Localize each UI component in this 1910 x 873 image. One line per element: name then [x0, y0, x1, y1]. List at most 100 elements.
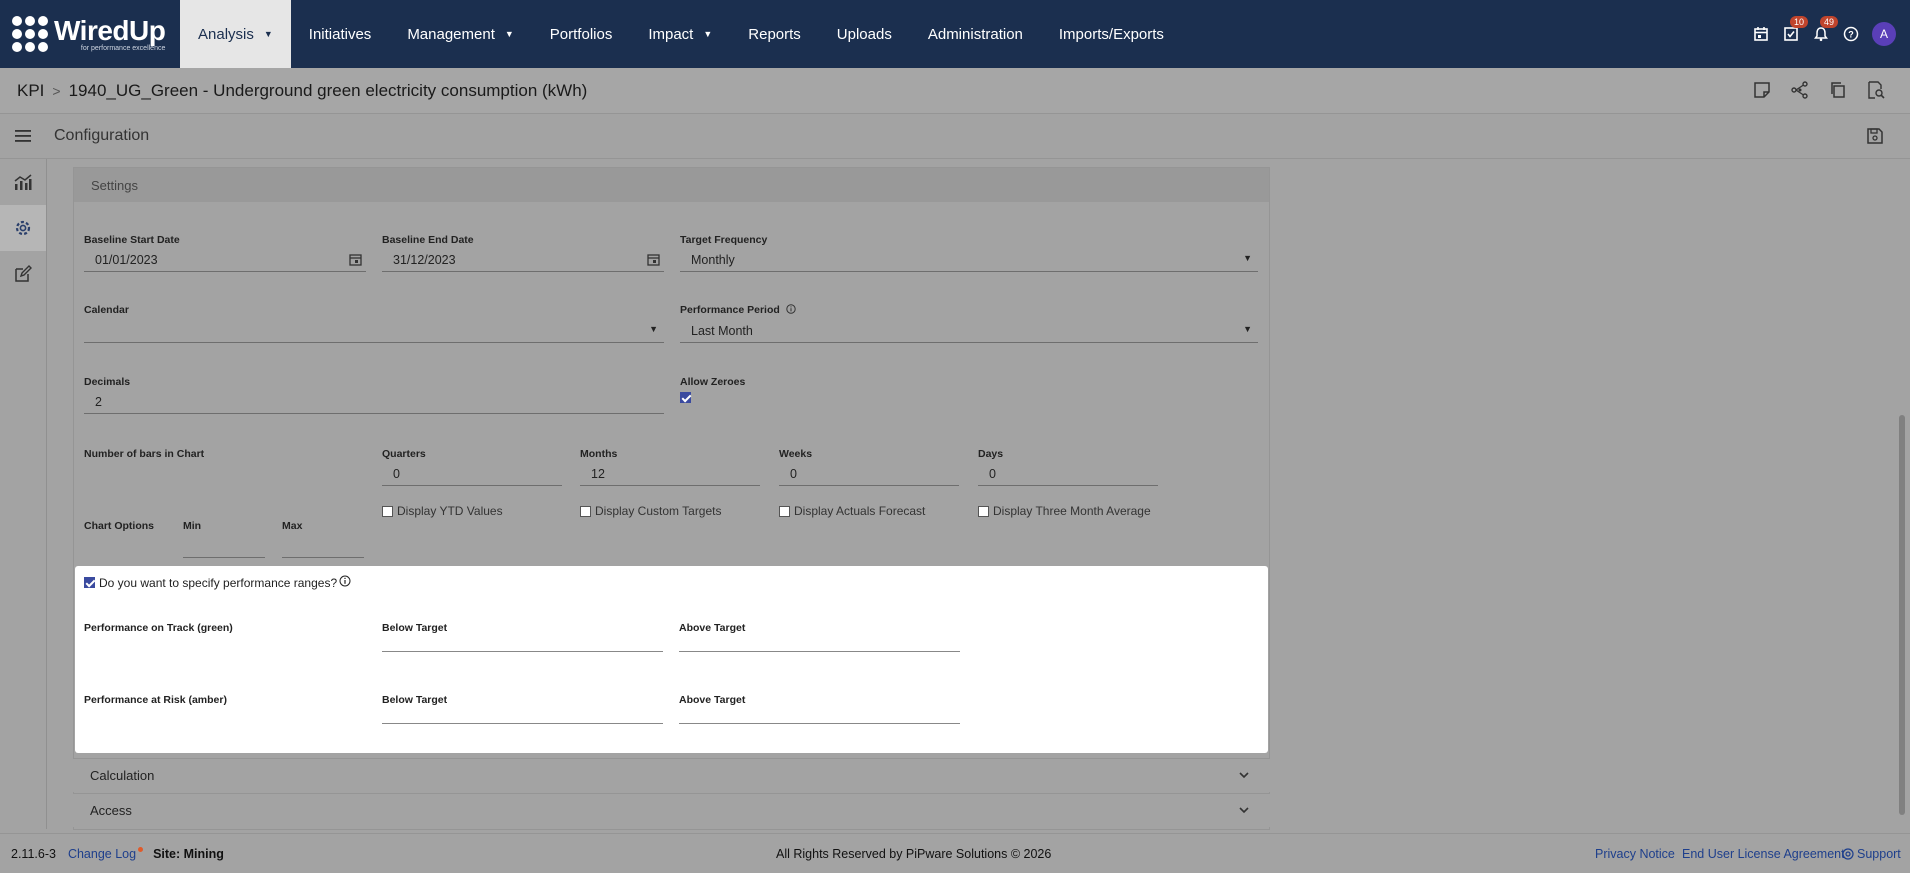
tasks-icon[interactable]: 10 [1782, 16, 1808, 43]
bell-icon[interactable]: 49 [1812, 16, 1838, 43]
performance-period-select[interactable]: Last Month ▼ [680, 319, 1258, 343]
rail-item-analytics[interactable] [0, 159, 46, 205]
display-three-month-average-checkbox[interactable]: Display Three Month Average [978, 504, 1151, 518]
support-icon [1842, 847, 1854, 860]
left-rail [0, 159, 47, 829]
gear-icon [15, 220, 31, 236]
calendar-label: Calendar [84, 304, 129, 316]
nav-item-impact[interactable]: Impact ▼ [630, 0, 730, 68]
breadcrumb: KPI > 1940_UG_Green - Underground green … [0, 68, 1910, 114]
baseline-start-label: Baseline Start Date [84, 234, 180, 246]
rail-item-edit[interactable] [0, 251, 46, 297]
caret-down-icon: ▼ [703, 29, 713, 39]
nav-item-management[interactable]: Management ▼ [389, 0, 531, 68]
chart-min-input[interactable] [183, 534, 265, 558]
privacy-notice-link[interactable]: Privacy Notice [1595, 847, 1675, 861]
access-accordion[interactable]: Access [73, 793, 1270, 827]
nav-item-portfolios[interactable]: Portfolios [532, 0, 631, 68]
save-icon[interactable] [1866, 127, 1884, 148]
nav-item-imports-exports[interactable]: Imports/Exports [1041, 0, 1182, 68]
info-icon[interactable] [786, 304, 796, 317]
calculation-accordion[interactable]: Calculation [73, 758, 1270, 792]
baseline-start-date-field[interactable]: 01/01/2023 [84, 248, 366, 272]
performance-ranges-checkbox[interactable]: Do you want to specify performance range… [84, 575, 351, 590]
chevron-down-icon [1238, 804, 1250, 819]
support-link[interactable]: Support [1842, 847, 1901, 861]
copyright-text: All Rights Reserved by PiPware Solutions… [776, 846, 1052, 861]
bars-in-chart-label: Number of bars in Chart [84, 448, 205, 460]
at-risk-above-target-input[interactable] [679, 700, 960, 724]
baseline-end-label: Baseline End Date [382, 234, 474, 246]
on-track-below-target-input[interactable] [382, 628, 663, 652]
scrollbar-thumb[interactable] [1899, 415, 1905, 815]
at-risk-below-target-input[interactable] [382, 700, 663, 724]
nav-item-uploads[interactable]: Uploads [819, 0, 910, 68]
wiredup-logo[interactable]: WiredUp for performance excellence [0, 0, 180, 68]
checkbox-checked-icon [680, 392, 691, 403]
allow-zeroes-checkbox[interactable] [680, 392, 695, 403]
display-actuals-forecast-checkbox[interactable]: Display Actuals Forecast [779, 504, 925, 518]
dropdown-arrow-icon: ▼ [649, 324, 658, 334]
weeks-label: Weeks [779, 448, 813, 460]
target-frequency-select[interactable]: Monthly ▼ [680, 248, 1258, 272]
eula-link[interactable]: End User License Agreement [1682, 847, 1845, 861]
rail-item-settings[interactable] [0, 205, 46, 251]
chevron-right-icon: > [52, 82, 61, 99]
network-icon[interactable] [1790, 80, 1810, 105]
allow-zeroes-label: Allow Zeroes [680, 376, 746, 388]
note-icon[interactable] [1752, 80, 1772, 105]
chevron-down-icon [1238, 769, 1250, 784]
chart-options-label: Chart Options [84, 520, 154, 532]
help-icon[interactable]: ? [1842, 25, 1860, 43]
new-indicator-dot [138, 846, 144, 852]
footer: 2.11.6-3 Change Log Site: Mining All Rig… [0, 833, 1910, 873]
chart-icon [14, 174, 32, 190]
dropdown-arrow-icon: ▼ [1243, 253, 1252, 263]
calendar-icon[interactable] [1752, 25, 1770, 43]
caret-down-icon: ▼ [263, 29, 273, 39]
calendar-select[interactable]: ▼ [84, 319, 664, 343]
configuration-title: Configuration [54, 127, 150, 144]
calendar-picker-icon[interactable] [349, 253, 362, 269]
info-icon[interactable] [339, 575, 351, 590]
on-track-label: Performance on Track (green) [84, 622, 233, 634]
quarters-input[interactable]: 0 [382, 462, 562, 486]
baseline-end-date-field[interactable]: 31/12/2023 [382, 248, 664, 272]
display-custom-targets-checkbox[interactable]: Display Custom Targets [580, 504, 722, 518]
nav-item-initiatives[interactable]: Initiatives [291, 0, 390, 68]
tasks-badge: 10 [1789, 16, 1808, 28]
logo-dots-icon [12, 16, 48, 52]
performance-ranges-section: Do you want to specify performance range… [75, 566, 1268, 753]
change-log-link[interactable]: Change Log [68, 846, 144, 861]
edit-icon [15, 265, 32, 282]
site-text: Site: Mining [153, 846, 224, 861]
decimals-input[interactable]: 2 [84, 390, 664, 414]
nav-item-administration[interactable]: Administration [910, 0, 1041, 68]
weeks-input[interactable]: 0 [779, 462, 959, 486]
logo-tagline: for performance excellence [80, 44, 166, 52]
calendar-picker-icon[interactable] [647, 253, 660, 269]
hamburger-menu-icon[interactable] [0, 129, 46, 143]
quarters-label: Quarters [382, 448, 426, 460]
notifications-badge: 49 [1819, 16, 1838, 28]
breadcrumb-root[interactable]: KPI [17, 81, 44, 101]
display-ytd-checkbox[interactable]: Display YTD Values [382, 504, 503, 518]
months-input[interactable]: 12 [580, 462, 760, 486]
copy-icon[interactable] [1828, 80, 1848, 105]
nav-item-reports[interactable]: Reports [730, 0, 819, 68]
months-label: Months [580, 448, 618, 460]
min-label: Min [183, 520, 202, 532]
svg-text:?: ? [1848, 30, 1854, 40]
nav-item-analysis[interactable]: Analysis ▼ [180, 0, 291, 68]
search-document-icon[interactable] [1866, 80, 1886, 105]
on-track-above-target-input[interactable] [679, 628, 960, 652]
settings-header[interactable]: Settings [74, 168, 1269, 202]
days-input[interactable]: 0 [978, 462, 1158, 486]
chart-max-input[interactable] [282, 534, 364, 558]
top-navigation: WiredUp for performance excellence Analy… [0, 0, 1910, 68]
caret-down-icon: ▼ [504, 29, 514, 39]
performance-period-label: Performance Period [680, 304, 796, 317]
page-title: 1940_UG_Green - Underground green electr… [68, 80, 588, 100]
days-label: Days [978, 448, 1004, 460]
user-avatar[interactable]: A [1872, 22, 1896, 46]
